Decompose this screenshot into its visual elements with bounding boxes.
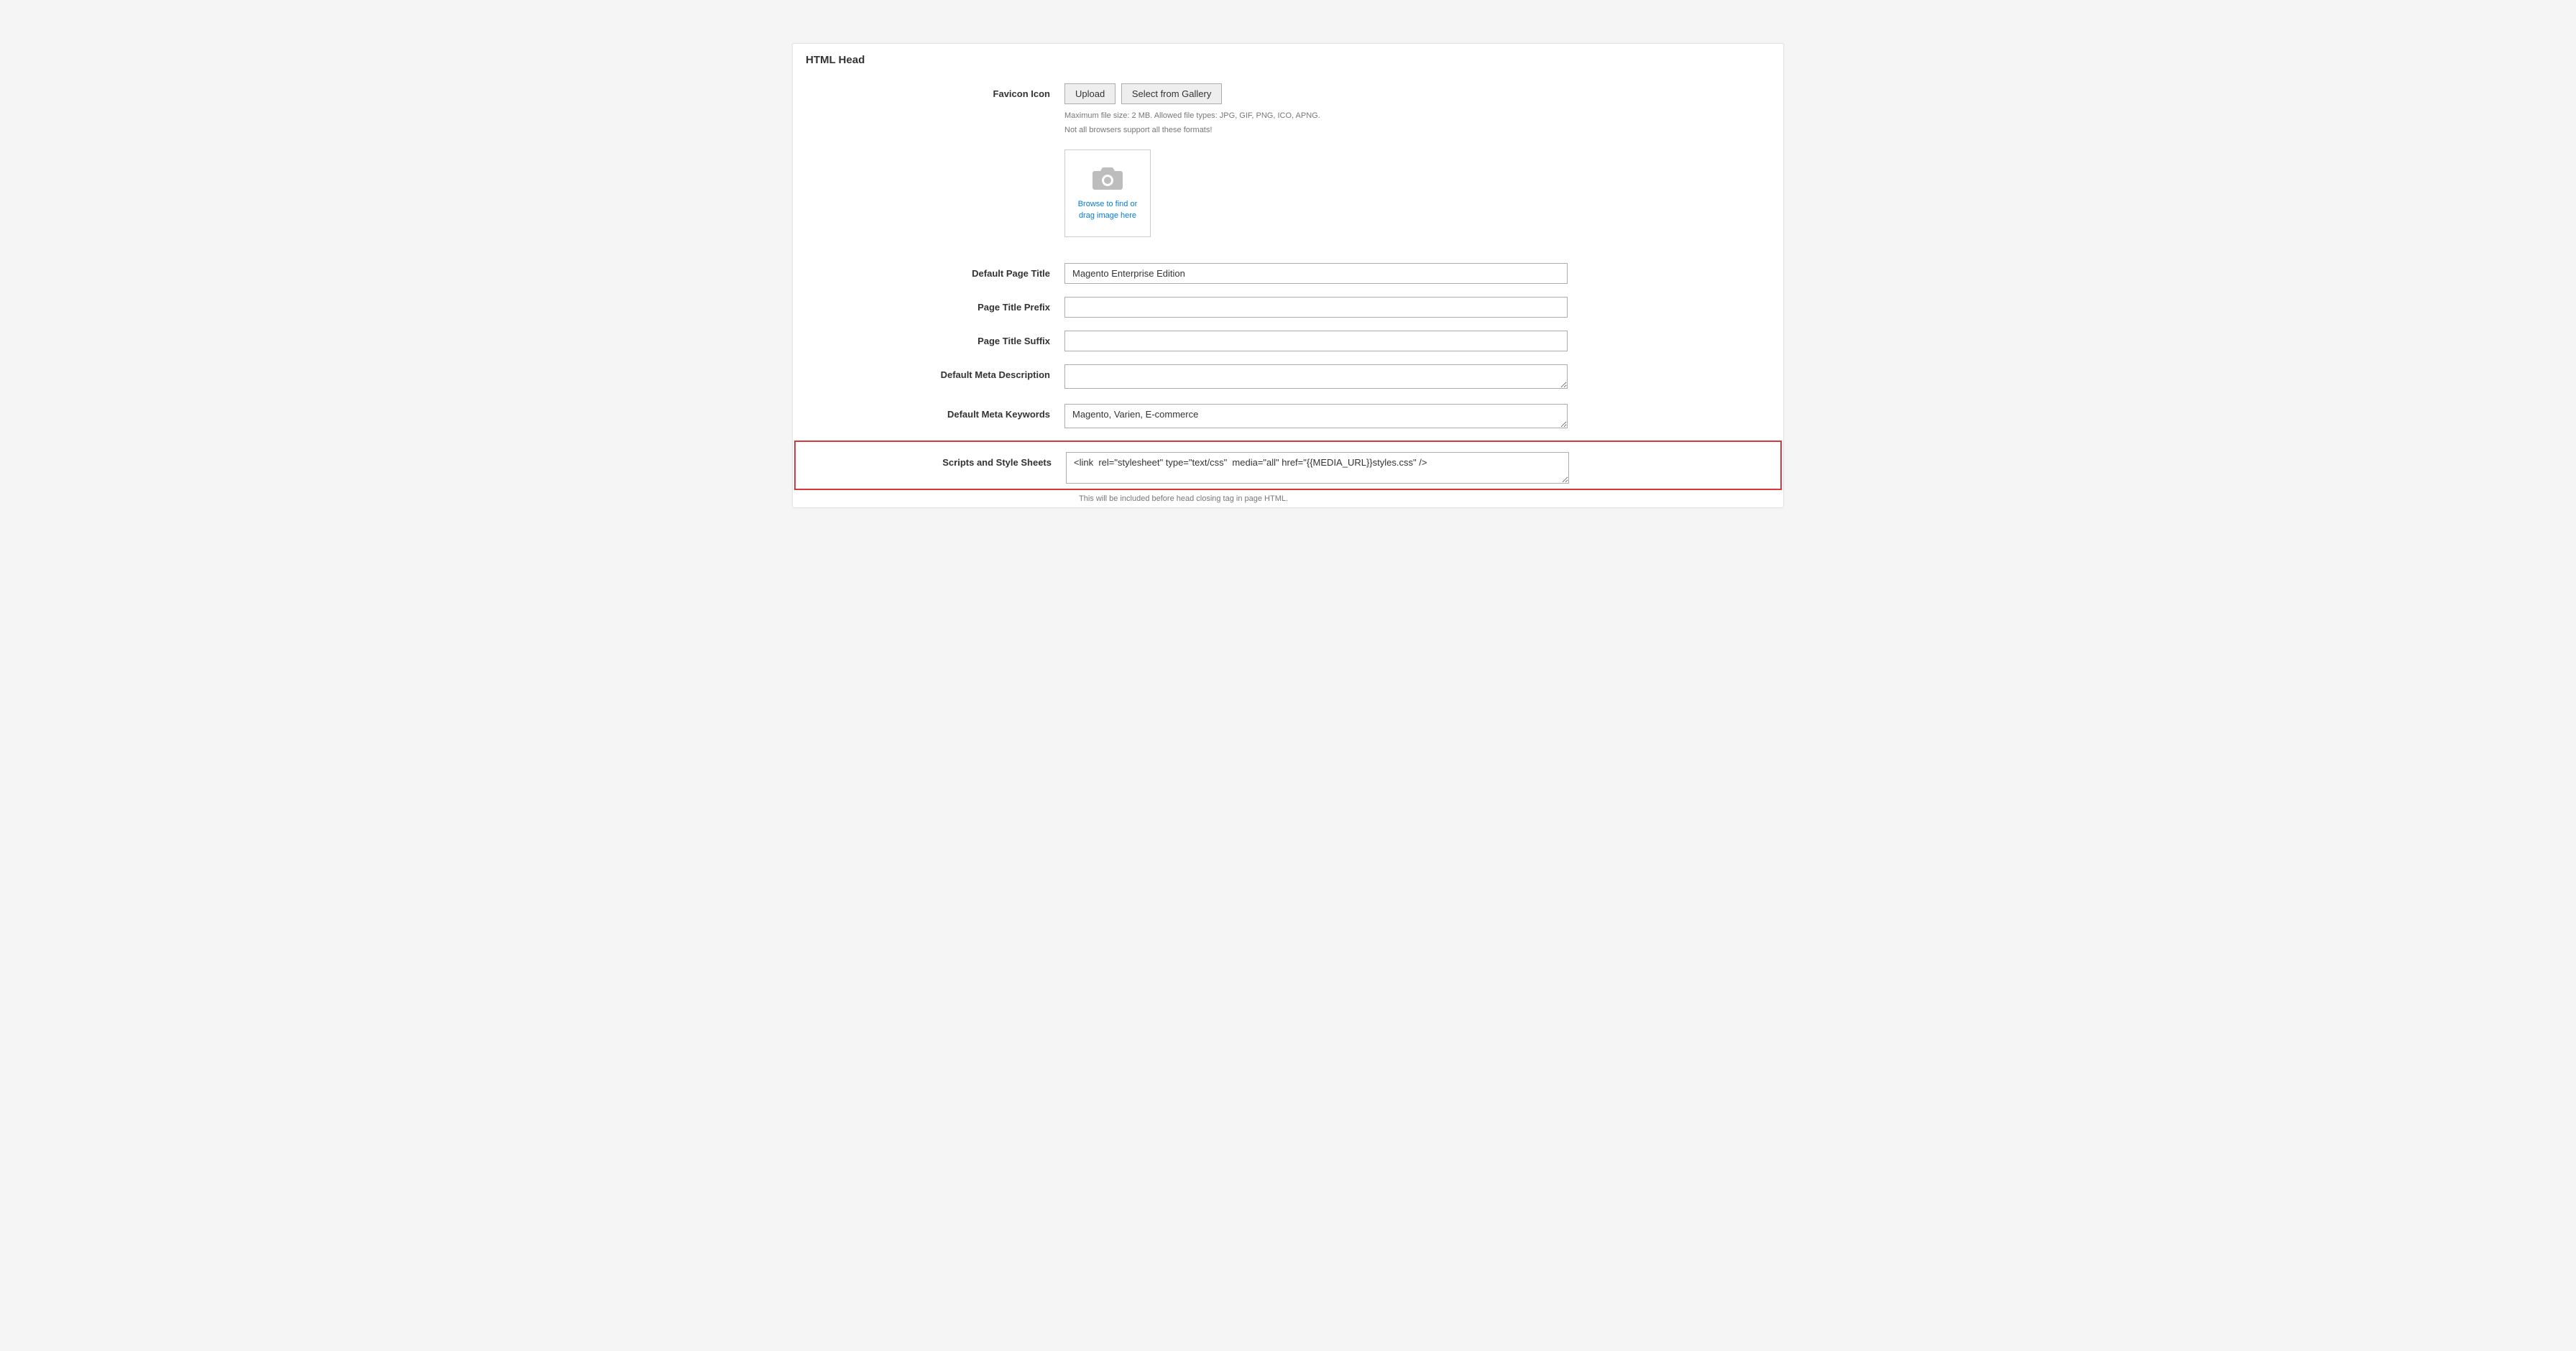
scripts-highlight-box: Scripts and Style Sheets <link rel="styl… [794,441,1782,490]
browse-line2: drag image here [1079,211,1136,220]
select-from-gallery-button[interactable]: Select from Gallery [1121,83,1223,104]
meta-desc-row: Default Meta Description [806,364,1770,391]
upload-button[interactable]: Upload [1064,83,1116,104]
title-prefix-input[interactable] [1064,297,1568,318]
browse-link[interactable]: Browse to find or drag image here [1078,199,1138,221]
browse-line1: Browse to find or [1078,200,1138,208]
default-title-label: Default Page Title [806,263,1064,279]
scripts-row: Scripts and Style Sheets <link rel="styl… [804,452,1772,486]
favicon-controls: Upload Select from Gallery Maximum file … [1064,83,1568,237]
meta-keywords-label: Default Meta Keywords [806,404,1064,420]
favicon-label: Favicon Icon [806,83,1064,99]
title-suffix-input[interactable] [1064,331,1568,351]
title-prefix-row: Page Title Prefix [806,297,1770,318]
meta-desc-label: Default Meta Description [806,364,1064,380]
title-suffix-row: Page Title Suffix [806,331,1770,351]
favicon-hint2: Not all browsers support all these forma… [1064,124,1568,137]
panel-title: HTML Head [793,44,1783,76]
html-head-panel: HTML Head Favicon Icon Upload Select fro… [792,43,1784,508]
favicon-hint1: Maximum file size: 2 MB. Allowed file ty… [1064,110,1568,123]
meta-keywords-row: Default Meta Keywords Magento, Varien, E… [806,404,1770,430]
scripts-textarea[interactable]: <link rel="stylesheet" type="text/css" m… [1066,452,1569,484]
meta-desc-textarea[interactable] [1064,364,1568,389]
scripts-hint: This will be included before head closin… [1079,494,1770,503]
camera-icon [1092,165,1123,199]
meta-keywords-textarea[interactable]: Magento, Varien, E-commerce [1064,404,1568,428]
default-title-input[interactable] [1064,263,1568,284]
form-area: Favicon Icon Upload Select from Gallery … [793,76,1783,503]
scripts-label: Scripts and Style Sheets [804,452,1066,468]
favicon-row: Favicon Icon Upload Select from Gallery … [806,83,1770,237]
title-prefix-label: Page Title Prefix [806,297,1064,313]
upload-dropzone[interactable]: Browse to find or drag image here [1064,149,1151,237]
default-title-row: Default Page Title [806,263,1770,284]
title-suffix-label: Page Title Suffix [806,331,1064,346]
